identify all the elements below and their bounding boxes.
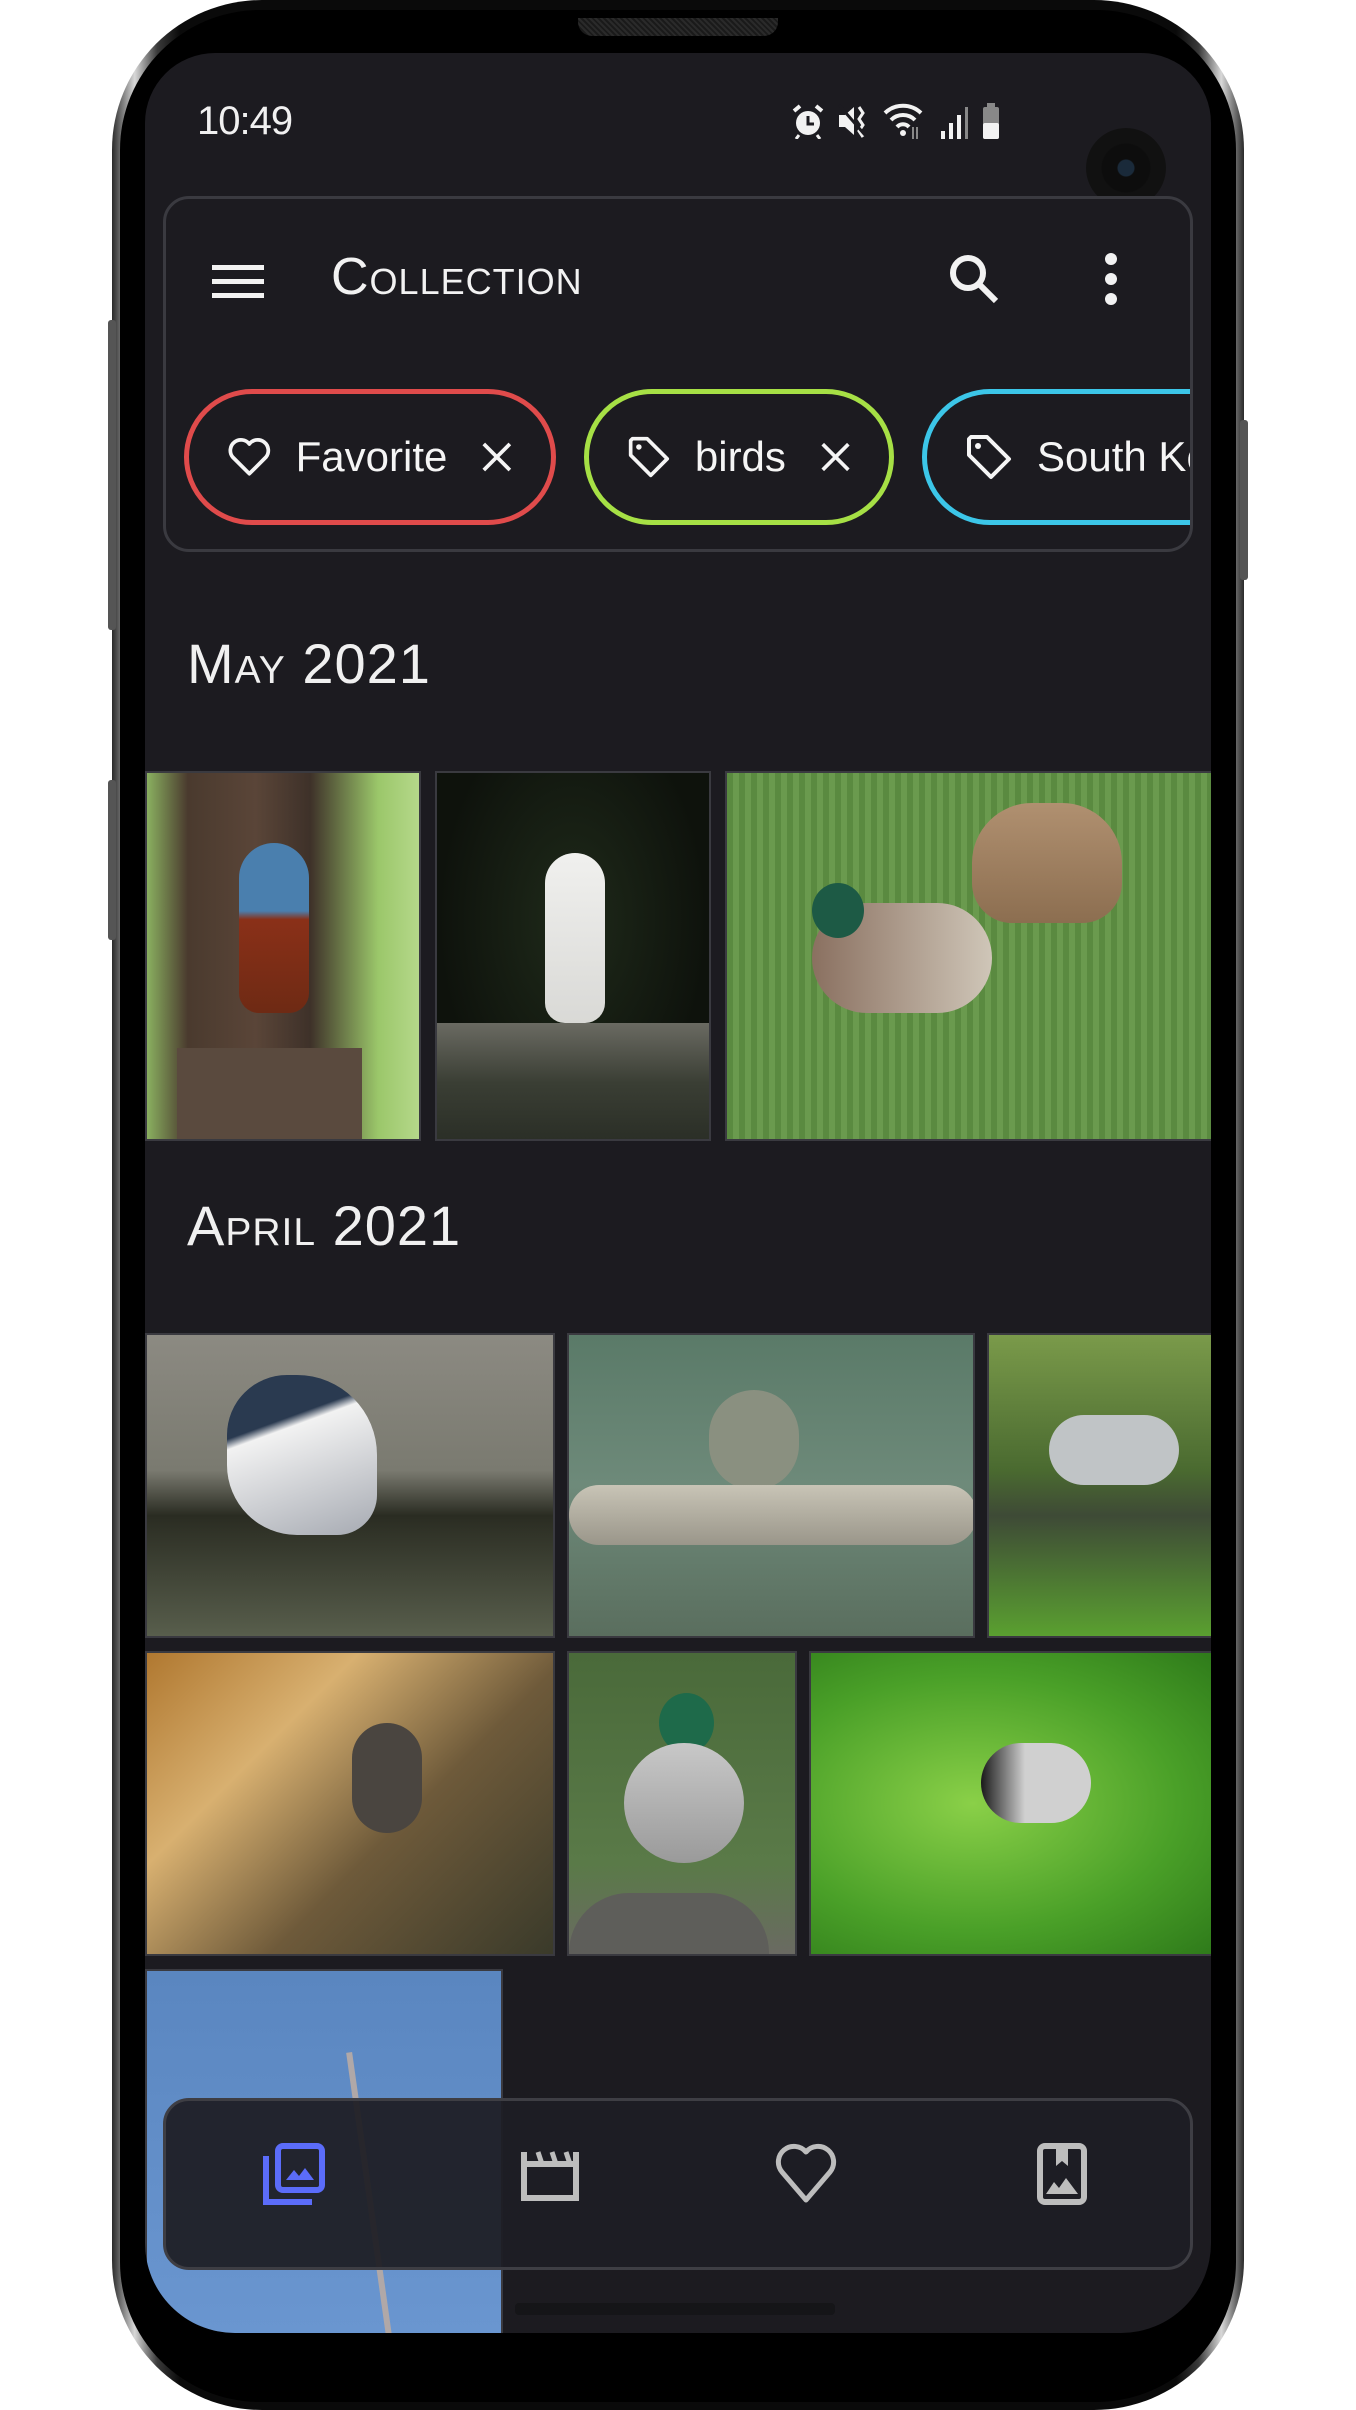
photo-thumbnail[interactable] bbox=[145, 1333, 555, 1638]
photo-thumbnail[interactable] bbox=[435, 771, 711, 1141]
bird-silhouette bbox=[352, 1723, 422, 1833]
status-bar: 10:49 bbox=[145, 93, 1211, 208]
rock bbox=[569, 1893, 769, 1954]
nav-collection[interactable] bbox=[234, 2114, 354, 2234]
wifi-icon bbox=[883, 101, 927, 141]
section-title-may-2021: May 2021 bbox=[187, 632, 431, 695]
filter-chips: Favorite birds South Korea bbox=[184, 389, 1190, 539]
tag-icon bbox=[967, 435, 1011, 479]
bird-figure bbox=[709, 1390, 799, 1490]
page-title: Collection bbox=[331, 248, 583, 306]
screen: 10:49 Collection Favorite birds South K … bbox=[145, 53, 1211, 2333]
mute-vibrate-icon bbox=[837, 103, 871, 139]
tag-icon bbox=[628, 436, 670, 478]
nav-albums[interactable] bbox=[1002, 2114, 1122, 2234]
mallard-body bbox=[624, 1743, 744, 1863]
heron-figure bbox=[227, 1375, 377, 1535]
alarm-icon bbox=[791, 103, 825, 139]
search-icon bbox=[950, 255, 999, 304]
bixby-button bbox=[108, 780, 116, 940]
movie-clapper-icon bbox=[521, 2151, 579, 2201]
filter-chip-birds[interactable]: birds bbox=[584, 389, 894, 525]
section-title-april-2021: April 2021 bbox=[187, 1194, 462, 1257]
filter-chip-label: Favorite bbox=[295, 433, 448, 480]
mallard-drake-head bbox=[812, 883, 864, 938]
heart-outline-icon bbox=[228, 438, 271, 476]
status-icons bbox=[791, 101, 1001, 141]
more-vert-icon bbox=[1105, 253, 1117, 305]
grey-heron-figure bbox=[1049, 1415, 1179, 1485]
photo-thumbnail[interactable] bbox=[567, 1651, 797, 1956]
earpiece-speaker bbox=[578, 18, 778, 36]
filter-chip-label: South Korea bbox=[1037, 433, 1190, 480]
photo-thumbnail[interactable] bbox=[809, 1651, 1211, 1956]
signal-icon bbox=[939, 103, 969, 139]
photo-thumbnail[interactable] bbox=[145, 1651, 555, 1956]
filter-chip-south-korea[interactable]: South Korea bbox=[922, 389, 1190, 525]
volume-button bbox=[108, 320, 116, 630]
egret-figure bbox=[545, 853, 605, 1023]
app-bar: Collection Favorite birds South Korea bbox=[163, 196, 1193, 552]
close-icon[interactable] bbox=[481, 440, 513, 474]
nav-favorites[interactable] bbox=[746, 2114, 866, 2234]
mallard-hen bbox=[972, 803, 1122, 923]
rocks bbox=[437, 1023, 709, 1139]
photo-thumbnail[interactable] bbox=[145, 771, 421, 1141]
filter-chip-favorite[interactable]: Favorite bbox=[184, 389, 556, 525]
more-options-button[interactable] bbox=[1091, 249, 1131, 309]
toolbar: Collection bbox=[166, 199, 1190, 359]
home-indicator[interactable] bbox=[515, 2303, 835, 2315]
filter-chip-label: birds bbox=[694, 433, 786, 480]
close-icon[interactable] bbox=[820, 440, 851, 474]
menu-button[interactable] bbox=[208, 251, 268, 311]
photo-library-icon bbox=[263, 2143, 325, 2205]
hamburger-menu-icon bbox=[212, 265, 264, 298]
bird-figure bbox=[239, 843, 309, 1013]
search-button[interactable] bbox=[944, 249, 1004, 309]
power-button bbox=[1240, 420, 1248, 580]
tit-bird bbox=[981, 1743, 1091, 1823]
status-time: 10:49 bbox=[197, 99, 293, 143]
wooden-post bbox=[177, 1048, 362, 1139]
bottom-navigation bbox=[163, 2098, 1193, 2270]
photo-thumbnail[interactable] bbox=[567, 1333, 975, 1638]
photo-thumbnail[interactable] bbox=[987, 1333, 1211, 1638]
nav-videos[interactable] bbox=[490, 2114, 610, 2234]
branch bbox=[569, 1485, 973, 1545]
battery-icon bbox=[981, 103, 1001, 139]
photo-thumbnail[interactable] bbox=[725, 771, 1211, 1141]
photo-album-icon bbox=[1037, 2143, 1087, 2205]
heart-outline-icon bbox=[775, 2143, 837, 2203]
